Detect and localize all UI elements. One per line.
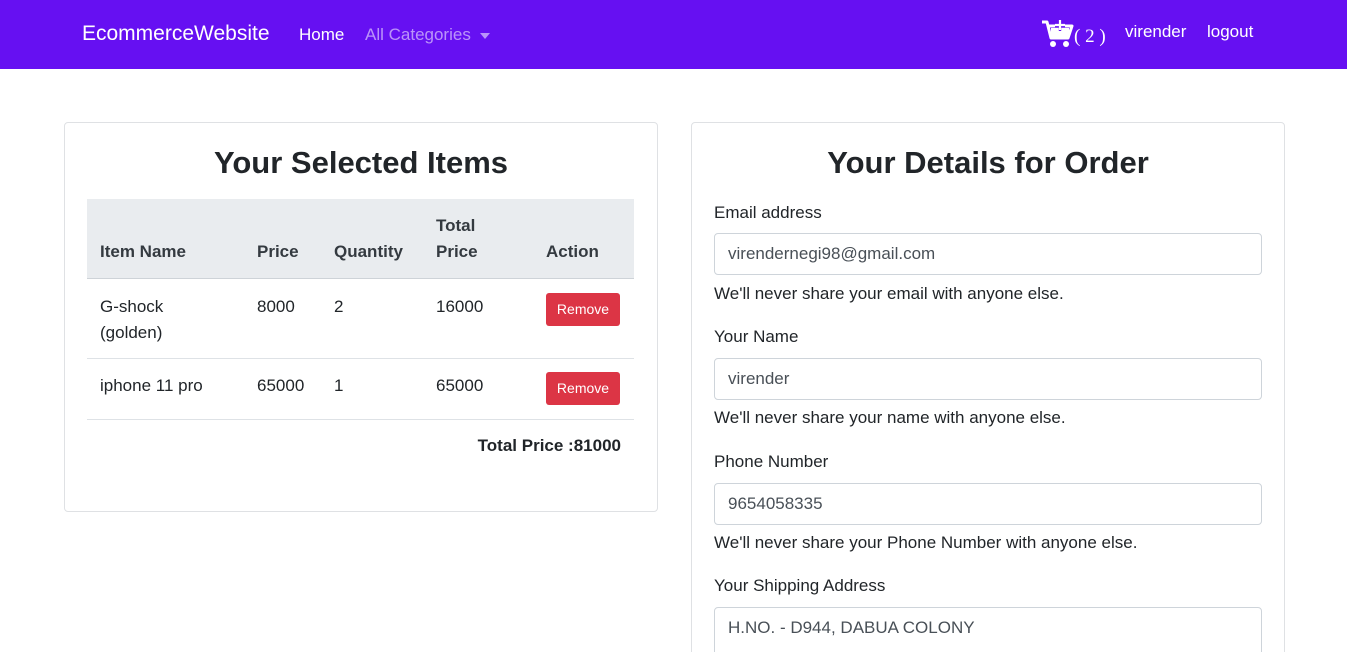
phone-help-text: We'll never share your Phone Number with…	[714, 533, 1138, 552]
item-name-line1: G-shock	[100, 297, 164, 316]
cart-table-header: Item Name Price Quantity Total Price Act…	[87, 199, 634, 279]
col-price: Price	[257, 242, 299, 261]
email-help-text: We'll never share your email with anyone…	[714, 284, 1064, 303]
selected-items-title: Your Selected Items	[213, 145, 509, 180]
nav-categories-label: All Categories	[365, 25, 471, 44]
col-total-price-line1: Total	[436, 216, 476, 235]
address-label: Your Shipping Address	[714, 576, 886, 595]
col-total-price-line2: Price	[436, 242, 478, 261]
grand-total: Total Price :81000	[477, 436, 621, 455]
nav-categories-dropdown[interactable]: All Categories	[365, 25, 490, 45]
col-action: Action	[546, 242, 599, 261]
name-field[interactable]: virender	[714, 358, 1262, 400]
cart-count: ( 2 )	[1074, 26, 1106, 47]
caret-down-icon	[479, 33, 490, 39]
address-field[interactable]: H.NO. - D944, DABUA COLONY	[714, 607, 1262, 652]
email-field[interactable]: virendernegi98@gmail.com	[714, 233, 1262, 275]
phone-field[interactable]: 9654058335	[714, 483, 1262, 525]
remove-button[interactable]: Remove	[546, 372, 620, 405]
remove-button[interactable]: Remove	[546, 293, 620, 326]
nav-logout-link[interactable]: logout	[1207, 22, 1253, 42]
order-details-title: Your Details for Order	[827, 145, 1149, 180]
table-row: iphone 11 pro 65000 1 65000 Remove	[87, 359, 634, 420]
order-details-card: Your Details for Order Email address vir…	[691, 122, 1285, 652]
selected-items-card: Your Selected Items Item Name Price Quan…	[64, 122, 658, 512]
item-price: 65000	[257, 376, 305, 395]
item-price: 8000	[257, 297, 295, 316]
email-label: Email address	[714, 203, 822, 222]
item-total: 16000	[436, 297, 484, 316]
col-item-name: Item Name	[100, 242, 186, 261]
item-quantity: 2	[334, 297, 344, 316]
table-row: G-shock (golden) 8000 2 16000 Remove	[87, 279, 634, 359]
brand-link[interactable]: EcommerceWebsite	[82, 22, 270, 46]
nav-user-link[interactable]: virender	[1125, 22, 1186, 42]
item-total: 65000	[436, 376, 484, 395]
item-quantity: 1	[334, 376, 344, 395]
phone-label: Phone Number	[714, 452, 829, 471]
item-name-line2: (golden)	[100, 323, 163, 342]
col-quantity: Quantity	[334, 242, 403, 261]
cart-icon	[1042, 20, 1074, 47]
top-navbar: EcommerceWebsite Home All Categories ( 2…	[0, 0, 1347, 69]
item-name-line1: iphone 11 pro	[100, 376, 203, 395]
name-help-text: We'll never share your name with anyone …	[714, 408, 1066, 427]
nav-home-link[interactable]: Home	[299, 25, 344, 45]
name-label: Your Name	[714, 327, 799, 346]
cart-link[interactable]: ( 2 )	[1041, 19, 1106, 49]
